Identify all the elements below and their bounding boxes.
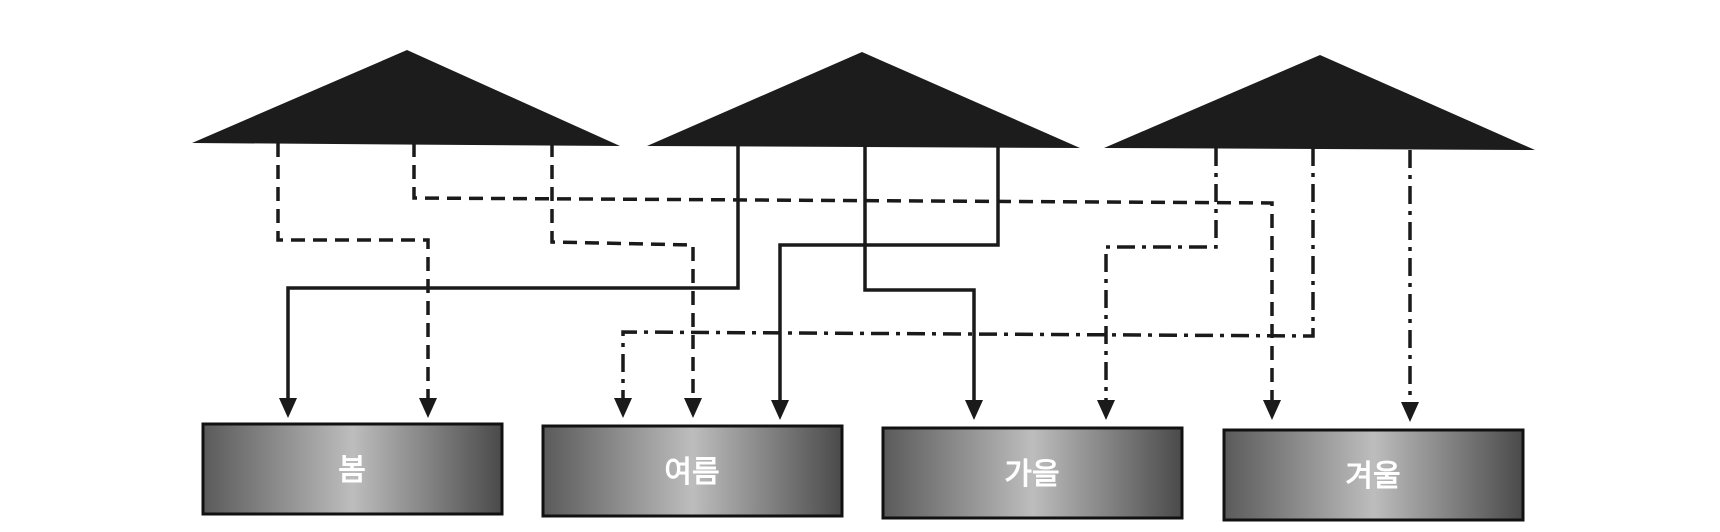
season-box-winter: 겨울 bbox=[1222, 428, 1525, 522]
connector-r3-b bbox=[621, 148, 1315, 400]
arrowhead bbox=[1097, 400, 1115, 420]
roof-1 bbox=[192, 50, 620, 146]
connector-r2-b bbox=[863, 146, 976, 402]
connector-r1-a bbox=[276, 143, 430, 400]
season-label: 봄 bbox=[338, 453, 366, 488]
season-box-summer: 여름 bbox=[541, 424, 844, 518]
arrowhead bbox=[684, 398, 702, 418]
arrowhead bbox=[279, 398, 297, 418]
season-box-spring: 봄 bbox=[201, 422, 504, 516]
arrowhead bbox=[965, 400, 983, 420]
season-box-autumn: 가을 bbox=[881, 426, 1184, 520]
roof-2 bbox=[647, 52, 1080, 148]
diagram: 봄 여름 가을 겨울 bbox=[192, 50, 1535, 522]
arrowhead bbox=[614, 398, 632, 418]
arrowhead bbox=[771, 400, 789, 420]
roof-3 bbox=[1104, 55, 1535, 150]
arrowhead bbox=[1263, 400, 1281, 420]
arrowhead bbox=[419, 398, 437, 418]
connector-r1-b bbox=[412, 143, 1274, 402]
season-label: 겨울 bbox=[1345, 459, 1400, 494]
connector-r2-a bbox=[286, 146, 740, 400]
season-label: 가을 bbox=[1004, 457, 1059, 492]
season-label: 여름 bbox=[664, 455, 719, 490]
connector-r2-c bbox=[778, 146, 1000, 402]
connector-r3-a bbox=[1104, 148, 1218, 402]
arrowhead bbox=[1401, 402, 1419, 422]
